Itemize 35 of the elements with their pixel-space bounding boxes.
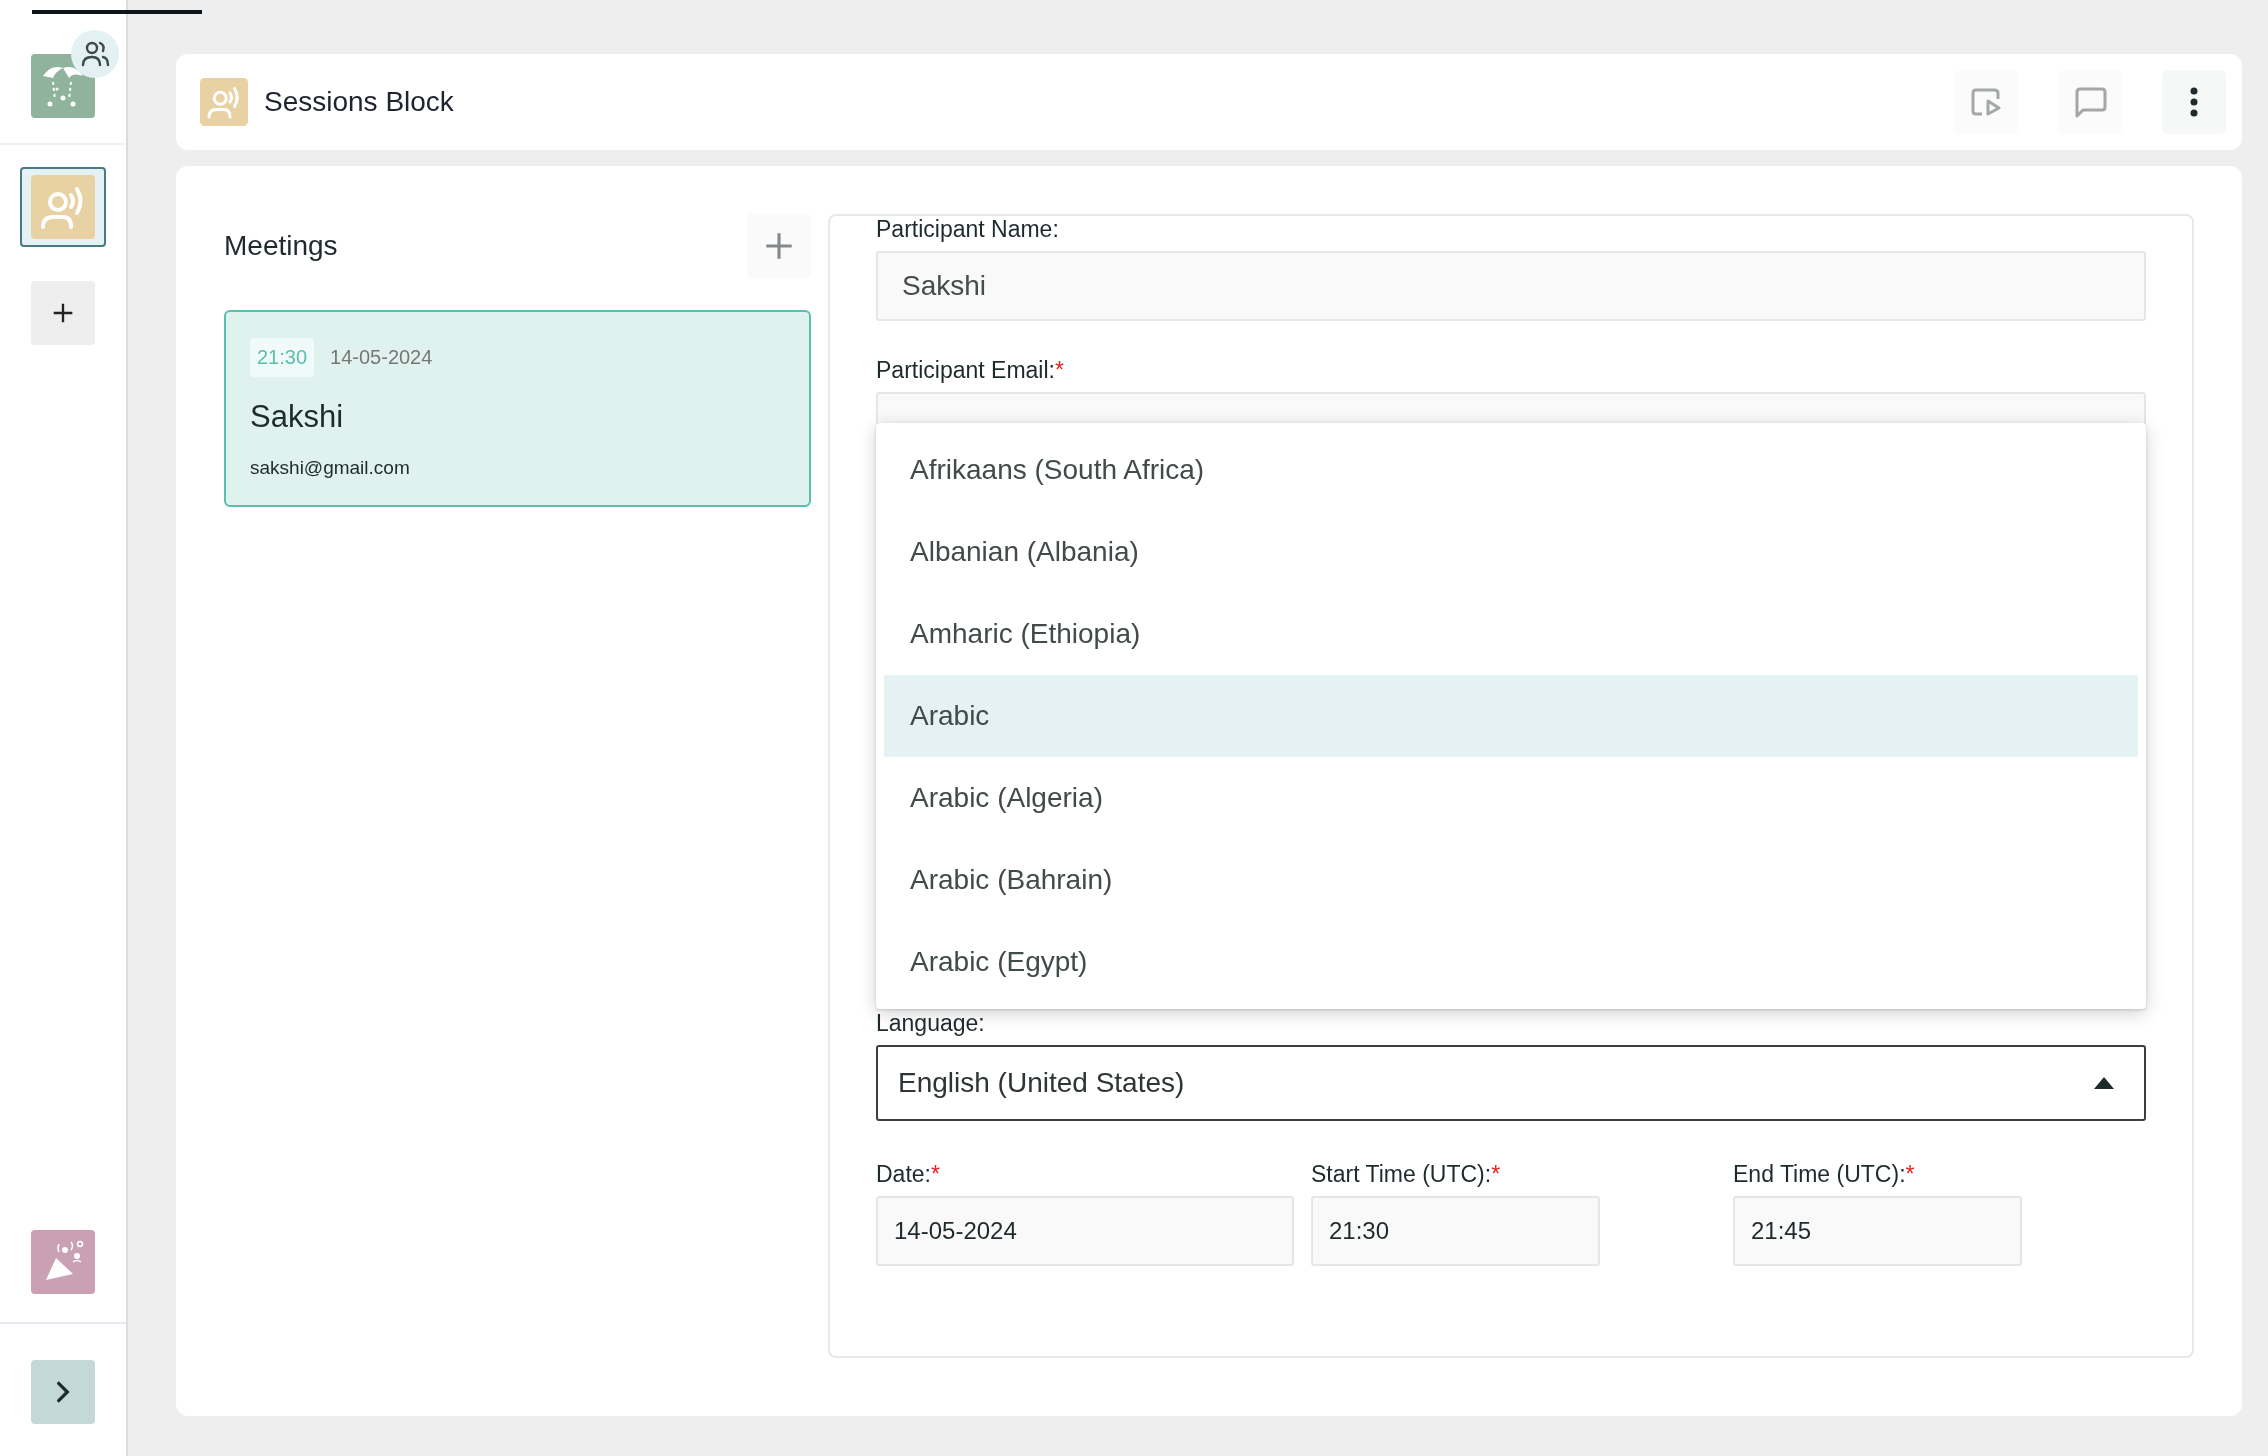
input-field[interactable]: 14-05-2024 bbox=[876, 1196, 1294, 1266]
more-icon bbox=[2189, 87, 2199, 117]
field-label: Participant Name: bbox=[876, 216, 1060, 243]
page-title: Sessions Block bbox=[264, 86, 454, 118]
language-option[interactable]: Afrikaans (South Africa) bbox=[884, 429, 2138, 511]
chat-button[interactable] bbox=[2058, 70, 2122, 134]
language-option[interactable]: Arabic (Bahrain) bbox=[884, 839, 2138, 921]
field-label: End Time (UTC):* bbox=[1733, 1161, 1916, 1188]
time-badge: 21:30 bbox=[250, 338, 315, 377]
language-option[interactable]: Amharic (Ethiopia) bbox=[884, 593, 2138, 675]
field-label: Language: bbox=[876, 1010, 986, 1037]
field-label: Participant Email:* bbox=[876, 357, 1065, 384]
language-option[interactable]: Arabic (Algeria) bbox=[884, 757, 2138, 839]
input-field[interactable]: 21:30 bbox=[1311, 1196, 1600, 1266]
add-app-button[interactable] bbox=[31, 281, 95, 345]
language-option[interactable]: Arabic bbox=[884, 675, 2138, 757]
expand-button[interactable] bbox=[31, 1360, 95, 1424]
input-field[interactable]: Sakshi bbox=[876, 251, 2146, 321]
video-button[interactable] bbox=[1954, 70, 2018, 134]
participant-name: Sakshi bbox=[250, 399, 344, 435]
language-select[interactable]: English (United States) bbox=[876, 1045, 2146, 1121]
input-field[interactable]: 21:45 bbox=[1733, 1196, 2022, 1266]
party-popper-icon[interactable] bbox=[31, 1230, 95, 1294]
field-label: Date:* bbox=[876, 1161, 941, 1188]
person-speaking-icon bbox=[200, 78, 248, 126]
more-button[interactable] bbox=[2162, 70, 2226, 134]
language-option[interactable]: Arabic (Egypt) bbox=[884, 921, 2138, 1003]
participant-email: sakshi@gmail.com bbox=[250, 457, 410, 479]
add-meeting-button[interactable] bbox=[747, 214, 811, 278]
selected-app-frame[interactable] bbox=[20, 167, 106, 247]
field-label: Start Time (UTC):* bbox=[1311, 1161, 1502, 1188]
meeting-card[interactable]: 21:30 14-05-2024 Sakshi sakshi@gmail.com bbox=[224, 310, 811, 507]
meetings-title: Meetings bbox=[224, 230, 338, 262]
language-option[interactable]: Albanian (Albania) bbox=[884, 511, 2138, 593]
meeting-date: 14-05-2024 bbox=[330, 346, 433, 369]
